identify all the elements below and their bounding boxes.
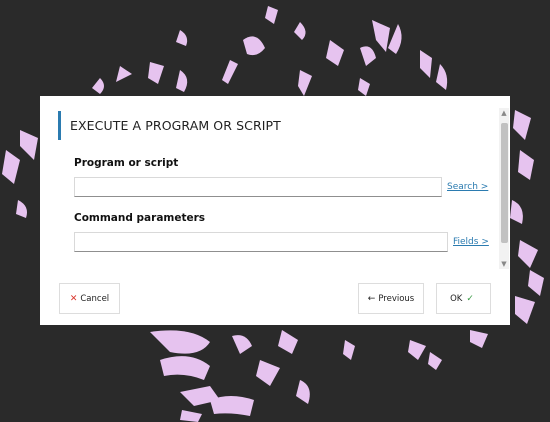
chevron-down-icon[interactable]: ▼ — [499, 259, 509, 269]
dialog-title: EXECUTE A PROGRAM OR SCRIPT — [70, 118, 281, 133]
program-or-script-label: Program or script — [74, 157, 179, 169]
check-icon: ✓ — [466, 293, 474, 304]
vertical-scrollbar[interactable]: ▲ ▼ — [499, 108, 509, 269]
title-accent-bar — [58, 111, 61, 140]
previous-label: Previous — [378, 293, 415, 304]
close-icon: ✕ — [69, 293, 78, 304]
chevron-up-icon[interactable]: ▲ — [499, 108, 509, 118]
cancel-label: Cancel — [80, 293, 110, 304]
search-link[interactable]: Search > — [447, 182, 488, 192]
arrow-left-icon: ← — [367, 293, 376, 304]
ok-label: OK — [450, 293, 463, 304]
scrollbar-thumb[interactable] — [501, 123, 508, 243]
cancel-button[interactable]: ✕ Cancel — [59, 283, 120, 314]
ok-button[interactable]: OK ✓ — [436, 283, 491, 314]
command-parameters-label: Command parameters — [74, 212, 206, 224]
execute-program-dialog: EXECUTE A PROGRAM OR SCRIPT Program or s… — [40, 96, 510, 325]
program-or-script-input[interactable] — [74, 177, 442, 197]
previous-button[interactable]: ← Previous — [358, 283, 424, 314]
command-parameters-input[interactable] — [74, 232, 448, 252]
fields-link[interactable]: Fields > — [453, 237, 489, 247]
